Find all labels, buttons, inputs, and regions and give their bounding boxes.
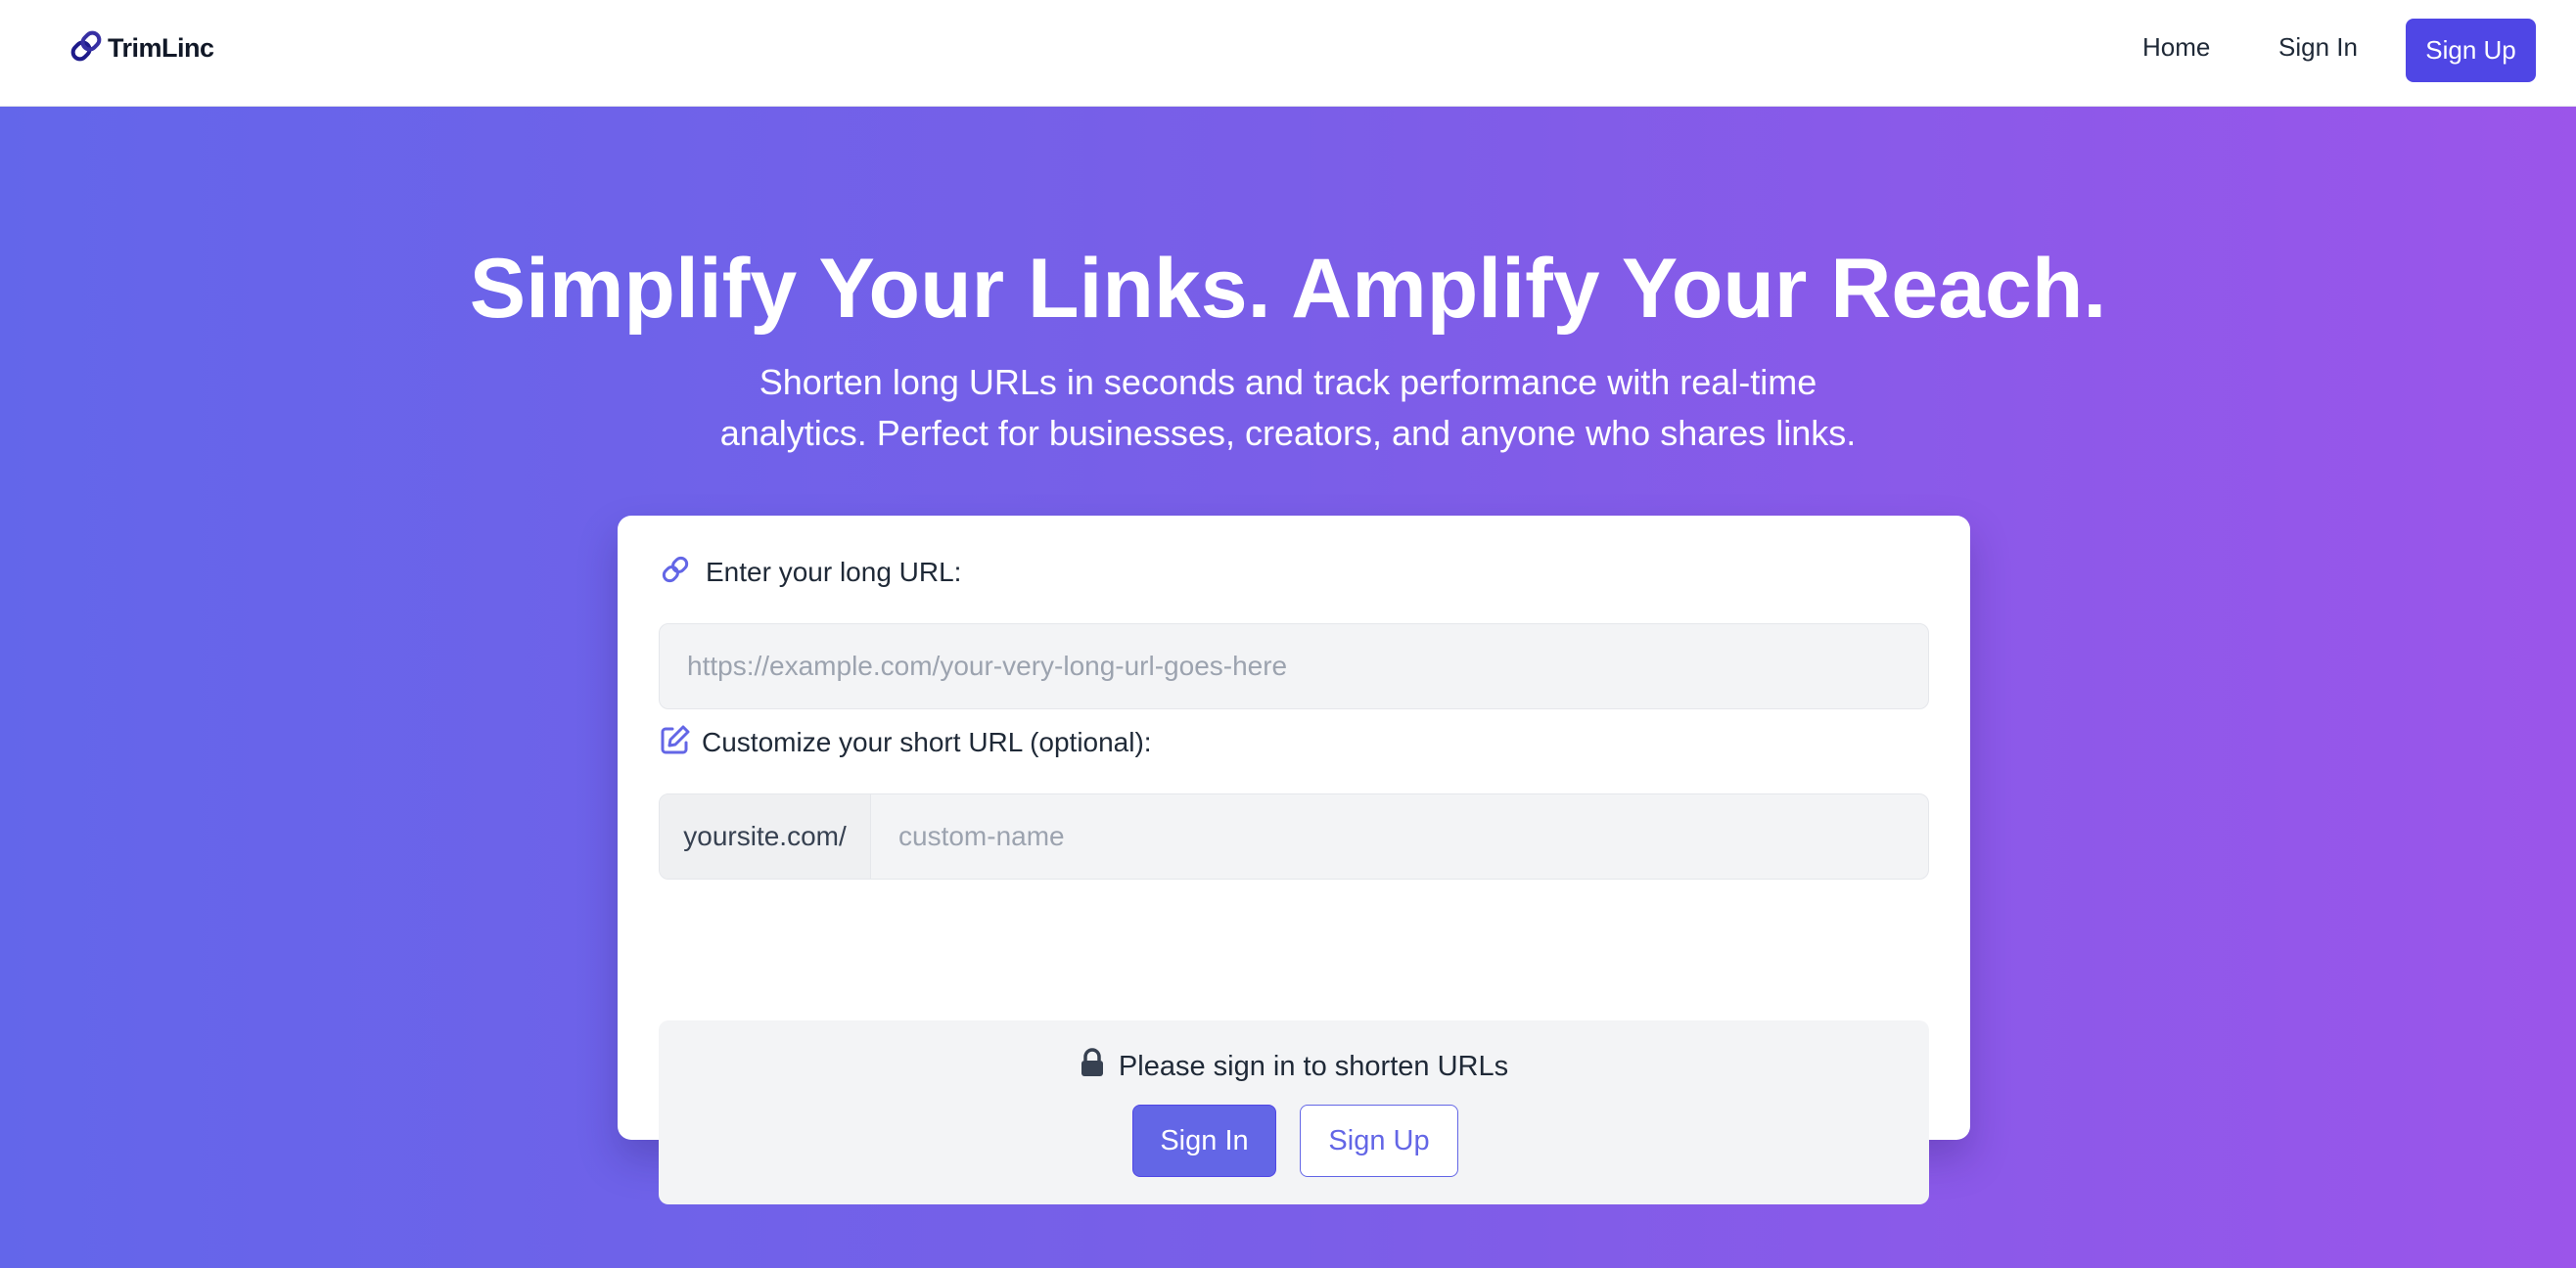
link-icon: [67, 26, 106, 70]
nav-home-link[interactable]: Home: [2142, 32, 2210, 63]
hero-section: Simplify Your Links. Amplify Your Reach.…: [0, 107, 2576, 1268]
custom-url-label: Customize your short URL (optional):: [702, 726, 1152, 757]
custom-name-input[interactable]: [871, 794, 1928, 879]
shorten-form-card: Enter your long URL: Customize your shor…: [618, 516, 1970, 1204]
top-navbar: TrimLinc Home Sign In Sign Up: [0, 0, 2576, 107]
nav-sign-in-link[interactable]: Sign In: [2278, 32, 2358, 63]
edit-icon: [659, 723, 692, 761]
brand-name: TrimLinc: [108, 32, 214, 63]
domain-prefix: yoursite.com/: [660, 794, 871, 879]
sign-up-button[interactable]: Sign Up: [1300, 1105, 1458, 1177]
lock-icon: [1080, 1048, 1119, 1085]
sign-in-prompt: Please sign in to shorten URLs Sign In S…: [659, 1020, 1929, 1204]
hero-subtitle: Shorten long URLs in seconds and track p…: [719, 362, 1857, 453]
sign-in-prompt-text: Please sign in to shorten URLs: [1118, 1050, 1509, 1082]
long-url-input[interactable]: [659, 623, 1929, 709]
custom-url-input-group: yoursite.com/: [659, 793, 1929, 880]
long-url-label-row: Enter your long URL:: [659, 553, 961, 591]
brand-logo[interactable]: TrimLinc: [67, 23, 214, 72]
link-icon: [659, 553, 692, 591]
long-url-label: Enter your long URL:: [706, 556, 962, 587]
hero-headline: Simplify Your Links. Amplify Your Reach.: [469, 242, 2107, 336]
nav-sign-up-button[interactable]: Sign Up: [2406, 19, 2536, 82]
custom-url-label-row: Customize your short URL (optional):: [659, 723, 1152, 761]
sign-in-button[interactable]: Sign In: [1132, 1105, 1276, 1177]
sign-in-prompt-message-row: Please sign in to shorten URLs: [659, 1048, 1929, 1085]
